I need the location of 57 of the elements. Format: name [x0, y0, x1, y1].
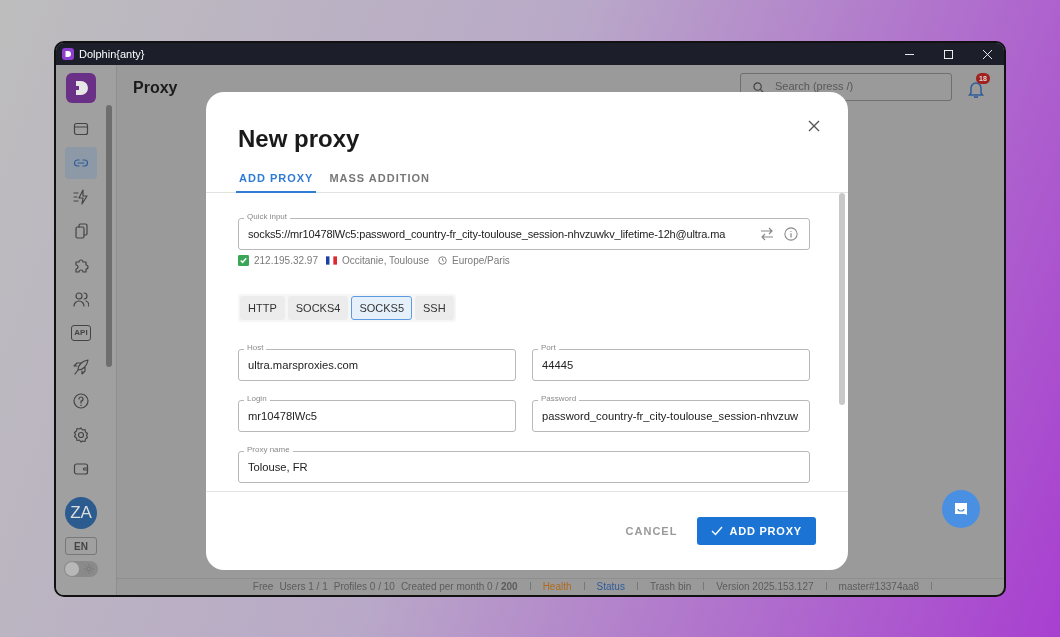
- dialog-title: New proxy: [237, 124, 360, 153]
- wallet-icon: [73, 461, 89, 477]
- close-icon[interactable]: [808, 120, 820, 132]
- maximize-icon[interactable]: [944, 49, 953, 59]
- location-text: Occitanie, Toulouse: [341, 255, 430, 266]
- status-item: Version 2025.153.127: [716, 580, 814, 592]
- status-item: Health: [542, 580, 572, 592]
- clock-icon: [438, 256, 448, 265]
- search-icon: [753, 82, 764, 93]
- check-icon: [711, 526, 724, 536]
- text-field[interactable]: ultra.marsproxies.com: [238, 349, 516, 381]
- sun-icon: [84, 564, 94, 574]
- bell-icon[interactable]: [968, 80, 984, 98]
- window-icon: [73, 121, 89, 137]
- flag-icon: [325, 256, 337, 265]
- field-label: Proxy name: [244, 445, 293, 455]
- status-item: Free: [252, 580, 274, 592]
- text-field[interactable]: 44445: [532, 349, 810, 381]
- field-label: Host: [244, 343, 267, 353]
- language-button[interactable]: EN: [65, 537, 97, 555]
- timezone-text: Europe/Paris: [452, 255, 510, 266]
- users-icon: [73, 291, 89, 307]
- help-icon: [73, 393, 89, 409]
- status-item: Status: [596, 580, 625, 592]
- window-title: Dolphin{anty}: [79, 48, 145, 60]
- protocol-button[interactable]: SSH: [415, 296, 454, 320]
- protocol-button[interactable]: HTTP: [240, 296, 285, 320]
- sidebar-item[interactable]: API: [65, 317, 97, 349]
- field-label: Quick input: [244, 212, 291, 222]
- field-label: Login: [244, 394, 270, 404]
- status-item: Users 1 / 1: [279, 580, 328, 592]
- text-field[interactable]: password_country-fr_city-toulouse_session-nhvzuw: [532, 400, 810, 432]
- protocol-button[interactable]: SOCKS4: [287, 296, 349, 320]
- status-item: master#13374aa8: [838, 580, 920, 592]
- puzzle-icon: [73, 257, 89, 273]
- app-logo-icon[interactable]: [66, 73, 96, 103]
- theme-toggle[interactable]: [64, 561, 98, 577]
- page-title: Proxy: [133, 79, 178, 97]
- user-avatar[interactable]: ZA: [65, 497, 97, 529]
- tab[interactable]: ADD PROXY: [236, 167, 317, 193]
- tab[interactable]: MASS ADDITION: [326, 167, 433, 193]
- search-field[interactable]: Search (press /): [740, 73, 952, 101]
- chat-button[interactable]: [942, 490, 980, 528]
- settings-icon: [73, 427, 89, 443]
- protocol-button[interactable]: SOCKS5: [351, 296, 412, 320]
- info-icon[interactable]: [784, 227, 798, 241]
- add-proxy-button[interactable]: ADD PROXY: [697, 517, 816, 545]
- field-label: Port: [538, 343, 559, 353]
- swap-icon[interactable]: [760, 227, 774, 241]
- api-icon: API: [71, 325, 91, 341]
- field-label: Password: [538, 394, 580, 404]
- app-logo-icon: [62, 48, 74, 60]
- chat-icon: [953, 501, 969, 517]
- ip-address: 212.195.32.97: [254, 255, 318, 266]
- flash-list-icon: [73, 189, 89, 205]
- copy-icon: [73, 223, 89, 239]
- rocket-icon: [73, 359, 89, 375]
